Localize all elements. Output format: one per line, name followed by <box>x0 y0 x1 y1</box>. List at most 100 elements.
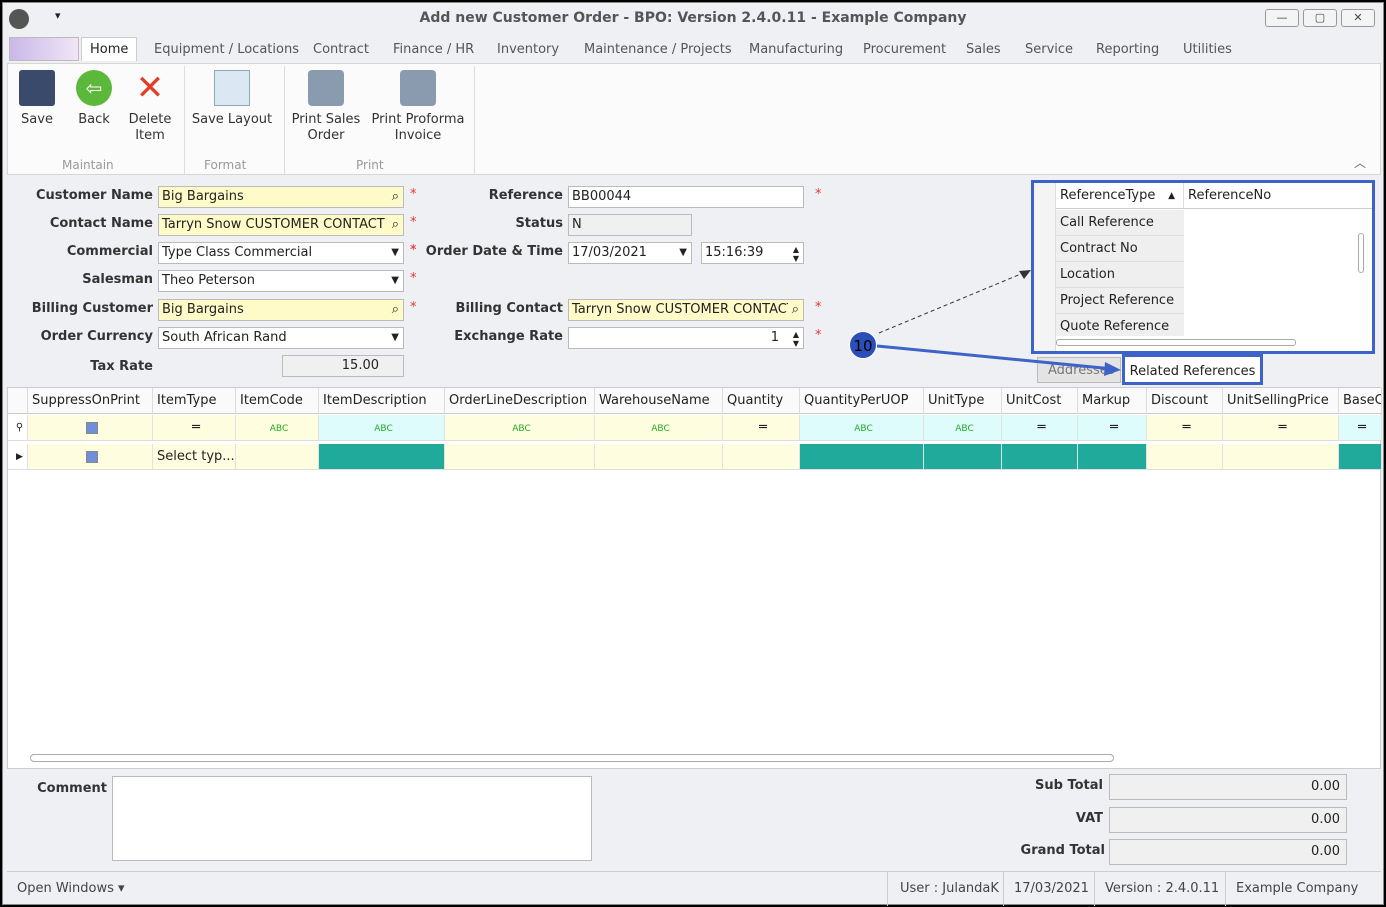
status-value: N <box>572 217 582 232</box>
tab-sales[interactable]: Sales <box>966 42 1001 57</box>
status-bar: Open Windows ▾ User : JulandaK 17/03/202… <box>7 871 1381 906</box>
data-cell[interactable] <box>445 444 595 470</box>
data-cell[interactable] <box>1078 444 1147 470</box>
save-button[interactable]: Save <box>12 70 62 128</box>
filter-cell[interactable]: ABC <box>236 415 319 441</box>
app-menu-button[interactable] <box>9 37 79 61</box>
order-date-picker[interactable]: 17/03/2021 ▼ <box>568 242 692 264</box>
column-header[interactable]: UnitCost <box>1002 388 1078 414</box>
comment-textarea[interactable] <box>112 776 592 861</box>
column-header[interactable]: UnitType <box>924 388 1002 414</box>
filter-cell[interactable]: ABC <box>800 415 924 441</box>
filter-cell[interactable]: ABC <box>595 415 723 441</box>
delete-item-button[interactable]: ✕ Delete Item <box>124 70 176 144</box>
salesman-dropdown[interactable]: Theo Peterson ▼ <box>158 270 404 292</box>
data-cell[interactable] <box>595 444 723 470</box>
tab-utilities[interactable]: Utilities <box>1183 42 1232 57</box>
tab-related-references[interactable]: Related References <box>1122 354 1263 385</box>
column-header[interactable]: SuppressOnPrint <box>28 388 153 414</box>
vat-value: 0.00 <box>1109 807 1347 833</box>
tab-manufacturing[interactable]: Manufacturing <box>749 42 843 57</box>
data-cell[interactable] <box>1147 444 1223 470</box>
data-cell[interactable] <box>1339 444 1382 470</box>
column-header[interactable]: Quantity <box>723 388 800 414</box>
search-icon[interactable]: ⌕ <box>391 215 399 235</box>
tab-procurement[interactable]: Procurement <box>863 42 946 57</box>
billing-contact-field[interactable]: Tarryn Snow CUSTOMER CONTACT ⌕ <box>568 299 804 321</box>
column-header[interactable]: UnitSellingPrice <box>1223 388 1339 414</box>
filter-cell[interactable]: ═ <box>1223 415 1339 441</box>
tax-rate-field[interactable]: 15.00 <box>282 355 404 377</box>
tab-maintenance-projects[interactable]: Maintenance / Projects <box>584 42 732 57</box>
close-button[interactable]: ✕ <box>1341 9 1375 27</box>
commercial-dropdown[interactable]: Type Class Commercial ▼ <box>158 242 404 264</box>
search-icon[interactable]: ⌕ <box>392 300 399 320</box>
exchange-rate-spinner[interactable]: 1 ▲ ▼ <box>568 327 804 349</box>
filter-cell[interactable]: ABC <box>445 415 595 441</box>
data-cell[interactable] <box>800 444 924 470</box>
reference-field[interactable]: BB00044 <box>568 186 804 208</box>
vertical-scrollbar[interactable] <box>1358 233 1364 273</box>
column-header[interactable]: ItemCode <box>236 388 319 414</box>
column-header[interactable]: ItemType <box>153 388 236 414</box>
filter-cell[interactable]: ═ <box>1002 415 1078 441</box>
data-cell[interactable]: Select typ... <box>153 444 236 470</box>
reference-row[interactable]: Contract No <box>1056 236 1184 262</box>
save-layout-button[interactable]: Save Layout <box>190 70 274 128</box>
print-proforma-invoice-button[interactable]: Print Proforma Invoice <box>370 70 466 144</box>
open-windows-menu[interactable]: Open Windows ▾ <box>17 872 125 906</box>
tab-reporting[interactable]: Reporting <box>1096 42 1159 57</box>
spinner-arrows-icon[interactable]: ▲ ▼ <box>793 245 799 263</box>
spinner-arrows-icon[interactable]: ▲ ▼ <box>793 330 799 348</box>
back-button[interactable]: ⇦ Back <box>68 70 120 128</box>
minimize-button[interactable]: — <box>1265 9 1299 27</box>
billing-contact-value: Tarryn Snow CUSTOMER CONTACT <box>572 302 795 317</box>
collapse-ribbon-icon[interactable]: ︿ <box>1354 154 1366 171</box>
data-cell[interactable] <box>723 444 800 470</box>
column-header[interactable]: Discount <box>1147 388 1223 414</box>
filter-cell[interactable]: ═ <box>723 415 800 441</box>
horizontal-scrollbar[interactable] <box>30 754 1114 762</box>
tab-equipment-locations[interactable]: Equipment / Locations <box>154 42 299 57</box>
data-cell[interactable] <box>319 444 445 470</box>
tab-service[interactable]: Service <box>1025 42 1073 57</box>
filter-cell[interactable]: ABC <box>319 415 445 441</box>
order-currency-dropdown[interactable]: South African Rand ▼ <box>158 327 404 349</box>
tab-home[interactable]: Home <box>81 37 138 61</box>
print-sales-order-button[interactable]: Print Sales Order <box>290 70 362 144</box>
contact-name-field[interactable]: Tarryn Snow CUSTOMER CONTACT ⌕ <box>158 214 404 236</box>
data-cell[interactable] <box>1223 444 1339 470</box>
data-cell[interactable] <box>236 444 319 470</box>
filter-cell[interactable]: ═ <box>1339 415 1382 441</box>
column-header-reference-type[interactable]: ReferenceType ▲ <box>1056 183 1184 209</box>
column-header[interactable]: Markup <box>1078 388 1147 414</box>
data-cell[interactable] <box>1002 444 1078 470</box>
column-header-reference-no[interactable]: ReferenceNo <box>1184 183 1372 209</box>
reference-row[interactable]: Call Reference <box>1056 210 1184 236</box>
data-cell[interactable] <box>924 444 1002 470</box>
column-header[interactable]: QuantityPerUOP <box>800 388 924 414</box>
tab-contract[interactable]: Contract <box>313 42 369 57</box>
search-icon[interactable]: ⌕ <box>787 300 803 320</box>
tab-finance-hr[interactable]: Finance / HR <box>393 42 474 57</box>
print-sales-label-2: Order <box>307 128 345 143</box>
delete-label: Delete <box>128 112 172 127</box>
order-time-spinner[interactable]: 15:16:39 ▲ ▼ <box>701 242 804 264</box>
maximize-button[interactable]: ▢ <box>1303 9 1337 27</box>
filter-cell[interactable] <box>28 415 153 441</box>
column-header[interactable]: OrderLineDescription <box>445 388 595 414</box>
tab-inventory[interactable]: Inventory <box>497 42 559 57</box>
column-header[interactable]: ItemDescription <box>319 388 445 414</box>
column-header[interactable]: BaseC <box>1339 388 1382 414</box>
filter-cell[interactable]: ═ <box>1078 415 1147 441</box>
row-indicator-header <box>8 388 28 414</box>
filter-cell[interactable]: ═ <box>153 415 236 441</box>
search-icon[interactable]: ⌕ <box>392 187 399 207</box>
customer-name-field[interactable]: Big Bargains ⌕ <box>158 186 404 208</box>
filter-cell[interactable]: ═ <box>1147 415 1223 441</box>
filter-cell[interactable]: ABC <box>924 415 1002 441</box>
billing-customer-field[interactable]: Big Bargains ⌕ <box>158 299 404 321</box>
data-cell[interactable] <box>28 444 153 470</box>
column-header[interactable]: WarehouseName <box>595 388 723 414</box>
ribbon: Save ⇦ Back ✕ Delete Item Save Layout Print… <box>7 63 1381 175</box>
